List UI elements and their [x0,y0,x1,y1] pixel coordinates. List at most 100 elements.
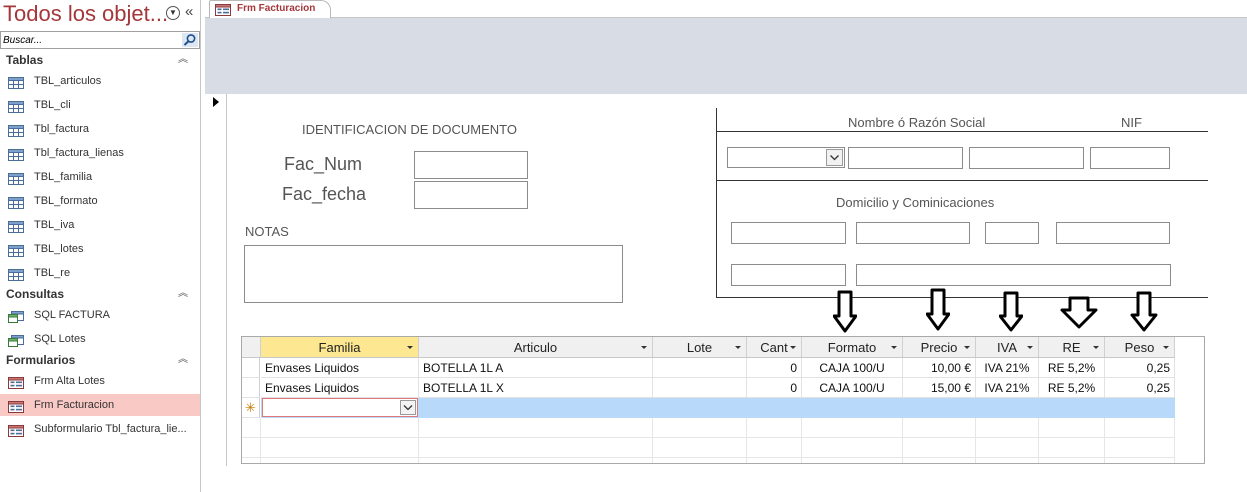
nav-item-tbl-factura[interactable]: Tbl_factura [0,118,200,140]
nif-field[interactable] [1090,147,1170,169]
notas-field[interactable] [244,245,623,303]
search-icon[interactable] [182,33,198,47]
nav-item-subformulario[interactable]: Subformulario Tbl_factura_lie... [0,418,200,440]
fac-fecha-field[interactable] [414,181,528,209]
nav-item-label: Frm Alta Lotes [34,375,105,387]
client-name-field[interactable] [848,147,963,169]
nav-title[interactable]: Todos los objet... [3,1,168,27]
sort-filter-icon[interactable] [735,346,741,349]
fac-num-label: Fac_Num [284,154,363,174]
nav-item-frm-facturacion[interactable]: Frm Facturacion [0,394,200,416]
nav-item-tbl-re[interactable]: TBL_re [0,262,200,284]
chevron-down-icon[interactable] [826,149,843,166]
nav-search-input[interactable] [2,33,180,47]
cell-formato[interactable]: CAJA 100/U [802,358,903,378]
sort-filter-icon[interactable] [891,346,897,349]
nav-item-tbl-formato[interactable]: TBL_formato [0,190,200,212]
nav-item-tbl-cli[interactable]: TBL_cli [0,94,200,116]
cell-cant[interactable]: 0 [747,358,802,378]
cell-articulo[interactable]: BOTELLA 1L X [419,378,653,398]
nav-item-tbl-lotes[interactable]: TBL_lotes [0,238,200,260]
email-field[interactable] [856,264,1171,286]
notas-input[interactable] [245,246,622,302]
sort-filter-icon[interactable] [790,346,796,349]
sort-filter-icon[interactable] [1027,346,1033,349]
nav-item-frm-alta-lotes[interactable]: Frm Alta Lotes [0,370,200,392]
cell-iva[interactable]: IVA 21% [976,378,1039,398]
row-selector[interactable] [242,358,260,378]
nav-item-tbl-iva[interactable]: TBL_iva [0,214,200,236]
column-header-iva[interactable]: IVA [976,337,1039,358]
cell-peso[interactable]: 0,25 [1105,358,1175,378]
nav-item-tbl-familia[interactable]: TBL_familia [0,166,200,188]
nav-item-sql-factura[interactable]: SQL FACTURA [0,304,200,326]
select-all-corner[interactable] [242,337,261,358]
chevron-down-icon[interactable] [400,400,416,415]
client-name2-field[interactable] [969,147,1084,169]
column-header-label: IVA [997,340,1017,355]
sort-filter-icon[interactable] [964,346,970,349]
new-record-selector[interactable]: ✳ [242,398,260,418]
nav-group-tablas[interactable]: Tablas ︽ [0,51,200,69]
column-header-label: Familia [318,340,361,355]
cell-peso[interactable]: 0,25 [1105,378,1175,398]
column-header-formato[interactable]: Formato [802,337,903,358]
column-header-peso[interactable]: Peso [1105,337,1175,358]
cell-lote[interactable] [653,378,747,398]
column-header-label: RE [1062,340,1081,355]
cell-familia[interactable]: Envases Liquidos [261,358,419,378]
collapse-group-icon[interactable]: ︽ [178,285,188,303]
cell-lote[interactable] [653,358,747,378]
cell-iva[interactable]: IVA 21% [976,358,1039,378]
nav-item-tbl-articulos[interactable]: TBL_articulos [0,70,200,92]
fac-fecha-input[interactable] [415,182,527,208]
nav-item-tbl-factura-lienas[interactable]: Tbl_factura_lienas [0,142,200,164]
city-field[interactable] [856,222,970,244]
fac-num-input[interactable] [415,152,527,178]
invoice-lines-subform[interactable]: Familia Articulo Lote Cant Formato Preci… [241,336,1205,464]
grid-line [1174,418,1175,463]
postal-code-field[interactable] [985,222,1039,244]
collapse-group-icon[interactable]: ︽ [178,51,188,69]
grid-line [975,418,976,463]
column-header-lote[interactable]: Lote [653,337,747,358]
nav-group-formularios[interactable]: Formularios ︽ [0,351,200,369]
table-icon [8,147,24,161]
cell-familia[interactable]: Envases Liquidos [261,378,419,398]
nav-collapse-icon[interactable]: « [185,3,193,20]
nav-item-sql-lotes[interactable]: SQL Lotes [0,328,200,350]
nav-item-label: Tbl_factura_lienas [34,147,124,159]
cell-cant[interactable]: 0 [747,378,802,398]
column-header-articulo[interactable]: Articulo [419,337,653,358]
cell-formato[interactable]: CAJA 100/U [802,378,903,398]
fac-num-field[interactable] [414,151,528,179]
client-combo-box[interactable] [727,147,845,168]
column-header-cant[interactable]: Cant [747,337,802,358]
record-selector[interactable] [205,94,227,466]
cell-re[interactable]: RE 5,2% [1039,378,1105,398]
sort-filter-icon[interactable] [1163,346,1169,349]
nav-group-consultas[interactable]: Consultas ︽ [0,285,200,303]
tab-frm-facturacion[interactable]: Frm Facturacion [209,0,331,18]
cell-re[interactable]: RE 5,2% [1039,358,1105,378]
sort-filter-icon[interactable] [1093,346,1099,349]
down-arrow-icon [926,288,950,331]
column-header-precio[interactable]: Precio [903,337,976,358]
grid-line [1038,418,1039,463]
sort-filter-icon[interactable] [641,346,647,349]
province-field[interactable] [1056,222,1170,244]
nav-menu-chevron-icon[interactable]: ▼ [166,6,180,20]
column-header-re[interactable]: RE [1039,337,1105,358]
cell-precio[interactable]: 10,00 € [903,358,976,378]
phone-field[interactable] [731,264,846,286]
collapse-group-icon[interactable]: ︽ [178,351,188,369]
new-familia-combo-box[interactable] [262,398,418,417]
client-frame-left-border [716,108,717,298]
table-icon [8,219,24,233]
cell-precio[interactable]: 15,00 € [903,378,976,398]
address-field[interactable] [731,222,846,244]
row-selector[interactable] [242,378,260,398]
cell-articulo[interactable]: BOTELLA 1L A [419,358,653,378]
column-header-familia[interactable]: Familia [261,337,419,358]
sort-filter-icon[interactable] [407,346,413,349]
